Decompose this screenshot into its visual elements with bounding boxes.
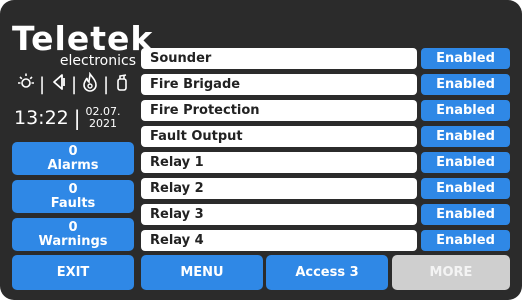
faults-count: 0 [68, 181, 78, 197]
flame-icon [78, 71, 102, 97]
list-item[interactable]: Fire Protection [141, 100, 417, 121]
warnings-count: 0 [68, 219, 78, 235]
access-level-button[interactable]: Access 3 [266, 255, 388, 290]
menu-button[interactable]: MENU [141, 255, 263, 290]
list-item[interactable]: Relay 3 [141, 204, 417, 225]
status-toggle-button[interactable]: Enabled [421, 100, 510, 121]
exit-button[interactable]: EXIT [12, 255, 134, 290]
faults-label: Faults [50, 195, 96, 211]
more-button[interactable]: MORE [392, 255, 510, 290]
status-toggle-button[interactable]: Enabled [421, 204, 510, 225]
status-toggle-button[interactable]: Enabled [421, 178, 510, 199]
clock-display: 13:22 | 02.07. 2021 [14, 104, 136, 132]
clock-time: 13:22 [14, 107, 69, 129]
extinguisher-icon [110, 72, 134, 97]
list-item[interactable]: Relay 1 [141, 152, 417, 173]
clock-date-year: 2021 [89, 117, 118, 130]
list-item[interactable]: Relay 2 [141, 178, 417, 199]
sun-icon [14, 72, 38, 97]
speaker-icon [46, 72, 70, 97]
status-icons-row: | | | [14, 70, 140, 98]
status-toggle-button[interactable]: Enabled [421, 126, 510, 147]
alarms-count: 0 [68, 143, 78, 159]
alarms-button[interactable]: 0 Alarms [12, 142, 134, 175]
faults-button[interactable]: 0 Faults [12, 180, 134, 213]
status-toggle-button[interactable]: Enabled [421, 48, 510, 69]
icon-separator: | [70, 73, 78, 95]
status-toggle-button[interactable]: Enabled [421, 230, 510, 251]
clock-date: 02.07. 2021 [86, 106, 121, 130]
list-item[interactable]: Sounder [141, 48, 417, 69]
list-item[interactable]: Fire Brigade [141, 74, 417, 95]
status-toggle-button[interactable]: Enabled [421, 152, 510, 173]
icon-separator: | [102, 73, 110, 95]
alarms-label: Alarms [47, 157, 99, 173]
control-panel-screen: Teletek electronics | | | 13:22 | 02.07.… [0, 0, 522, 300]
clock-separator: | [73, 106, 81, 130]
icon-separator: | [38, 73, 46, 95]
status-toggle-button[interactable]: Enabled [421, 74, 510, 95]
list-item[interactable]: Relay 4 [141, 230, 417, 251]
logo-brand: Teletek [12, 19, 154, 58]
warnings-button[interactable]: 0 Warnings [12, 218, 134, 251]
warnings-label: Warnings [38, 233, 108, 249]
teletek-logo: Teletek electronics [12, 19, 154, 68]
list-item[interactable]: Fault Output [141, 126, 417, 147]
